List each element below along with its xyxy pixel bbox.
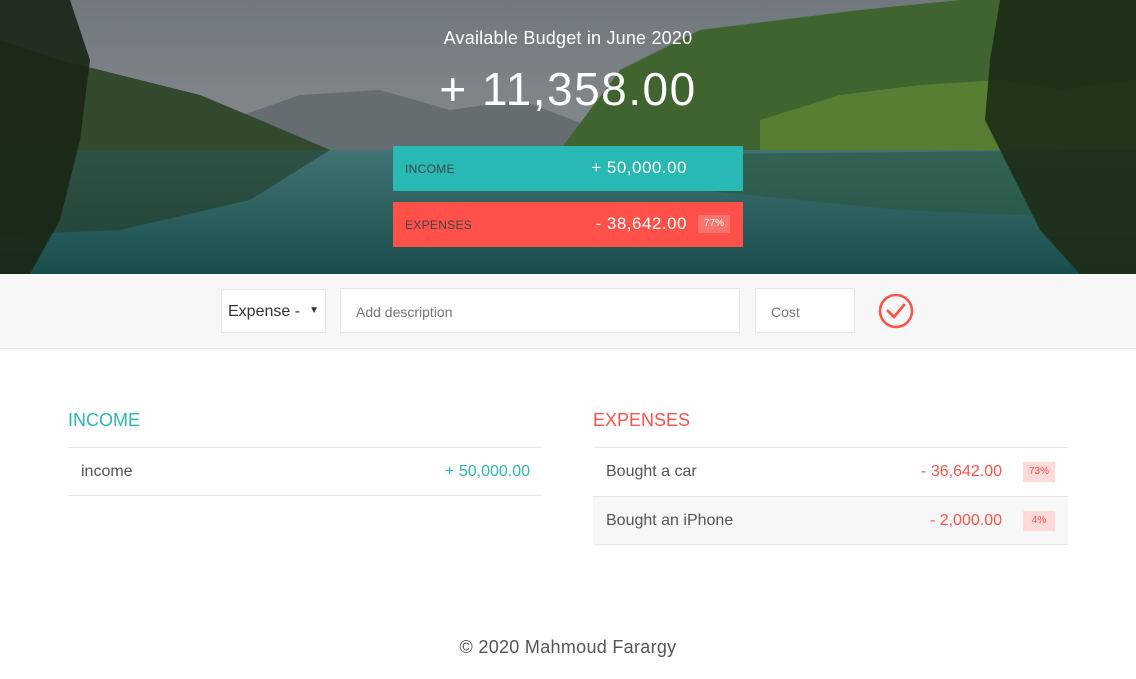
expense-item: Bought a car - 36,642.00 73%: [593, 447, 1068, 496]
income-item-value: + 50,000.00: [445, 463, 530, 480]
expense-item-description: Bought a car: [606, 463, 697, 480]
chevron-down-icon: ▼: [309, 305, 319, 316]
expense-item-percentage: 4%: [1023, 511, 1055, 531]
value-input[interactable]: Cost: [755, 288, 855, 333]
expenses-summary-value: - 38,642.00: [595, 214, 687, 233]
type-select-value: Expense -: [228, 303, 301, 320]
budget-value: + 11,358.00: [439, 63, 697, 115]
income-summary-value: + 50,000.00: [591, 158, 687, 177]
expense-item: Bought an iPhone - 2,000.00 4%: [593, 496, 1068, 545]
income-list-title: Income: [68, 410, 140, 430]
expenses-list-title: Expenses: [593, 410, 691, 430]
expenses-summary: Expenses - 38,642.00 77%: [393, 202, 743, 247]
expense-item-percentage: 73%: [1023, 462, 1055, 482]
type-select[interactable]: Expense - ▼: [221, 289, 326, 333]
income-item: income + 50,000.00: [68, 447, 543, 496]
expense-item-description: Bought an iPhone: [606, 512, 734, 529]
budget-title: Available Budget in June 2020: [443, 28, 693, 48]
income-item-description: income: [81, 463, 133, 480]
budget-header: Available Budget in June 2020 + 11,358.0…: [0, 0, 1136, 274]
check-circle-icon[interactable]: [877, 292, 915, 330]
income-summary-label: Income: [405, 162, 455, 176]
expense-item-value: - 2,000.00: [929, 512, 1002, 529]
footer-copyright: © 2020 Mahmoud Farargy: [459, 637, 677, 657]
income-summary: Income + 50,000.00: [393, 146, 743, 191]
description-input[interactable]: Add description: [340, 288, 740, 333]
expense-item-value: - 36,642.00: [921, 463, 1002, 480]
expenses-summary-percentage: 77%: [698, 215, 730, 233]
expenses-summary-label: Expenses: [405, 218, 473, 232]
add-item-form: Expense - ▼ Add description Cost: [0, 274, 1136, 349]
